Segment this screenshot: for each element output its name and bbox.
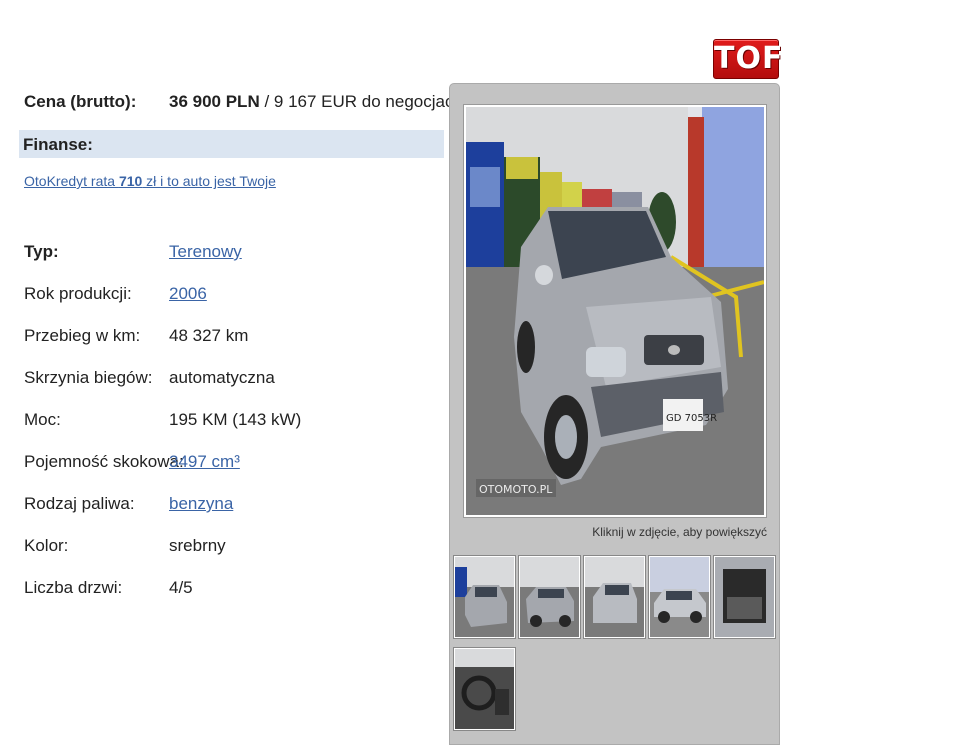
- spec-value-link[interactable]: 3497 cm³: [169, 452, 240, 472]
- spec-label: Typ:: [24, 242, 59, 261]
- spec-value: 195 KM (143 kW): [169, 410, 302, 429]
- thumbnail[interactable]: [713, 555, 776, 639]
- thumbnail-car-angle-icon: [650, 557, 709, 637]
- spec-label: Moc:: [24, 410, 61, 429]
- thumbnail-interior-icon: [455, 649, 514, 729]
- spec-label: Kolor:: [24, 536, 69, 555]
- otomoto-watermark: OTOMOTO.PL: [479, 483, 553, 496]
- price-pln: 36 900 PLN: [169, 92, 260, 111]
- spec-label: Liczba drzwi:: [24, 578, 123, 597]
- spec-value-link[interactable]: Terenowy: [169, 242, 242, 262]
- thumbnail[interactable]: [453, 555, 516, 639]
- enlarge-hint: Kliknij w zdjęcie, aby powiększyć: [592, 525, 767, 539]
- license-plate: GD 7053R: [666, 413, 717, 424]
- thumbnail-car-rear-icon: [585, 557, 644, 637]
- spec-label: Pojemność skokowa:: [24, 452, 184, 471]
- thumbnail[interactable]: [518, 555, 581, 639]
- photo-gallery: GD 7053R OTOMOTO.PL Kliknij w zdjęcie, a…: [449, 83, 780, 745]
- spec-value-link[interactable]: 2006: [169, 284, 207, 304]
- credit-link-prefix: OtoKredyt rata: [24, 173, 119, 189]
- price-value: 36 900 PLN / 9 167 EUR do negocjacji: [169, 92, 461, 112]
- thumbnail-trunk-icon: [715, 557, 774, 637]
- finance-header-label: Finanse:: [23, 135, 93, 154]
- credit-link-suffix: zł i to auto jest Twoje: [142, 173, 276, 189]
- spec-value: 48 327 km: [169, 326, 249, 345]
- thumbnail-car-side-icon: [520, 557, 579, 637]
- spec-value: 4/5: [169, 578, 193, 597]
- finance-header: Finanse:: [19, 130, 444, 158]
- spec-label: Skrzynia biegów:: [24, 368, 153, 387]
- thumbnail[interactable]: [648, 555, 711, 639]
- main-photo[interactable]: GD 7053R OTOMOTO.PL: [463, 104, 767, 518]
- credit-offer-link[interactable]: OtoKredyt rata 710 zł i to auto jest Two…: [24, 173, 276, 189]
- credit-link-amount: 710: [118, 173, 143, 189]
- price-eur-negotiable: / 9 167 EUR do negocjacji: [259, 92, 462, 111]
- thumbnail-car-front-icon: [455, 557, 514, 637]
- thumbnail[interactable]: [583, 555, 646, 639]
- spec-value: automatyczna: [169, 368, 275, 387]
- spec-label: Rodzaj paliwa:: [24, 494, 135, 513]
- thumbnail[interactable]: [453, 647, 516, 731]
- car-photo: GD 7053R OTOMOTO.PL: [466, 107, 764, 515]
- tof-badge[interactable]: TOF: [713, 39, 782, 79]
- spec-value: srebrny: [169, 536, 226, 555]
- price-label: Cena (brutto):: [24, 92, 137, 111]
- spec-label: Rok produkcji:: [24, 284, 132, 303]
- spec-label: Przebieg w km:: [24, 326, 141, 345]
- spec-value-link[interactable]: benzyna: [169, 494, 233, 514]
